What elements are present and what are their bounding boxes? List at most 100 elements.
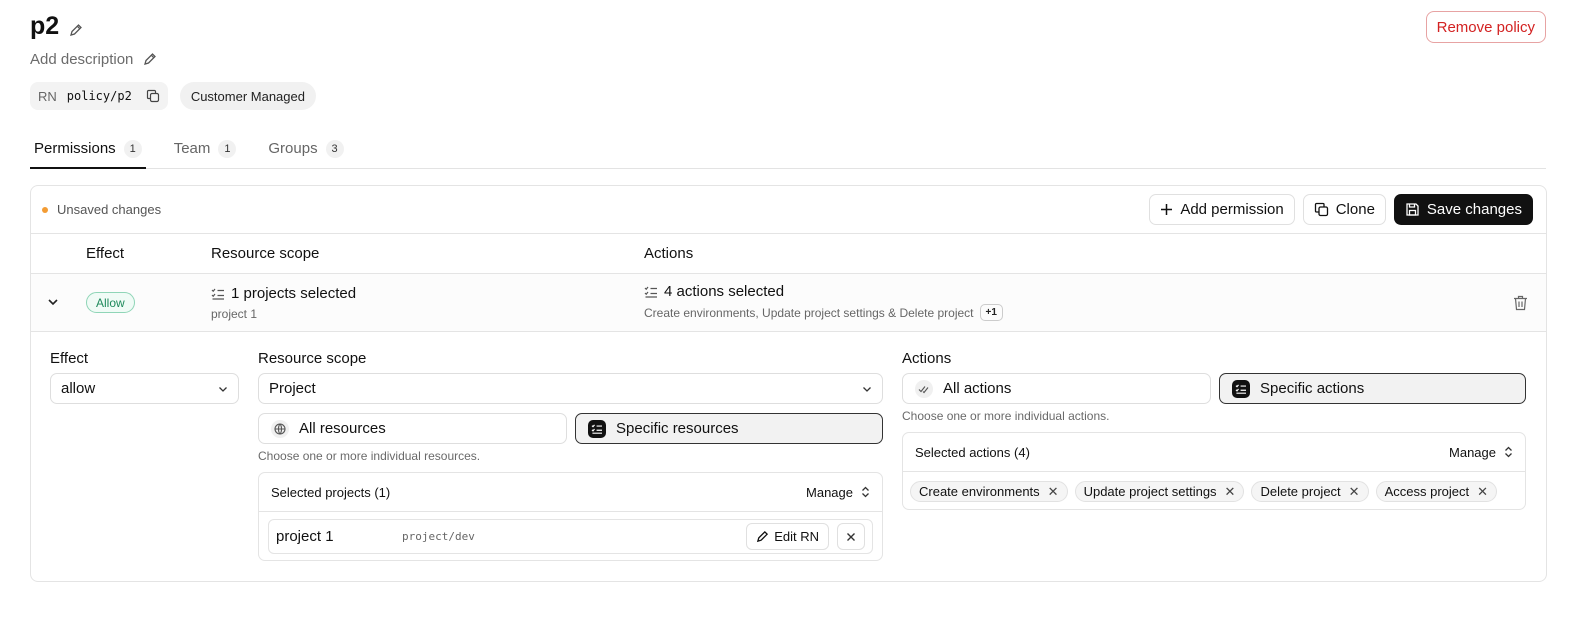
remove-policy-button[interactable]: Remove policy [1425, 11, 1546, 43]
permission-row[interactable]: Allow 1 projects selected project 1 4 ac… [31, 274, 1546, 332]
tab-groups-label: Groups [268, 140, 318, 157]
permissions-card: Unsaved changes Add permission Clone Sav… [30, 185, 1547, 582]
selected-actions-header: Selected actions (4) Manage [903, 433, 1525, 472]
tab-team[interactable]: Team 1 [170, 140, 241, 169]
selected-projects-header: Selected projects (1) Manage [259, 473, 882, 512]
project-name: project 1 [276, 528, 334, 545]
editor-effect-label: Effect [50, 350, 89, 367]
unsaved-status: Unsaved changes [57, 202, 162, 217]
save-icon [1406, 203, 1419, 216]
add-permission-label: Add permission [1180, 201, 1284, 218]
tab-permissions-label: Permissions [34, 140, 116, 157]
description-row: Add description [30, 51, 157, 68]
manage-projects-button[interactable]: Manage [806, 485, 870, 500]
manage-label: Manage [1449, 444, 1496, 460]
specific-actions-label: Specific actions [1260, 380, 1365, 397]
rn-value: policy/p2 [66, 89, 132, 103]
close-icon[interactable]: ✕ [1349, 485, 1360, 498]
checklist-icon [644, 286, 657, 298]
more-actions-badge[interactable]: +1 [979, 304, 1003, 321]
project-rn: project/dev [402, 530, 475, 543]
scope-summary-title: 1 projects selected [231, 285, 357, 302]
all-actions-option[interactable]: All actions [902, 373, 1211, 404]
unsaved-dot-icon [42, 206, 48, 213]
add-description-text[interactable]: Add description [30, 51, 133, 68]
save-changes-button[interactable]: Save changes [1393, 194, 1533, 225]
resource-scope-value: Project [269, 380, 316, 397]
action-tags: Create environments ✕ Update project set… [910, 481, 1498, 502]
manage-label: Manage [806, 484, 853, 500]
edit-rn-label: Edit RN [774, 529, 819, 544]
policy-title: p2 [30, 12, 60, 40]
effect-select[interactable]: allow [50, 373, 239, 404]
action-tag: Update project settings ✕ [1074, 481, 1245, 502]
action-tag-label: Access project [1384, 484, 1470, 499]
globe-icon [271, 419, 289, 438]
actions-summary-title: 4 actions selected [664, 283, 785, 300]
close-icon[interactable]: ✕ [1477, 485, 1488, 498]
clone-button[interactable]: Clone [1302, 194, 1386, 225]
card-toolbar: Unsaved changes Add permission Clone Sav… [31, 186, 1546, 234]
action-tag-label: Update project settings [1083, 484, 1217, 499]
scope-summary: 1 projects selected [211, 285, 356, 302]
selected-projects-title: Selected projects (1) [271, 484, 391, 500]
copy-icon[interactable] [146, 89, 160, 103]
editor-actions-label: Actions [902, 350, 952, 367]
action-tag: Delete project ✕ [1251, 481, 1369, 502]
resource-scope-select[interactable]: Project [258, 373, 883, 404]
checklist-icon [588, 419, 606, 438]
project-row: project 1 project/dev Edit RN [268, 519, 873, 554]
actions-summary: 4 actions selected [644, 283, 784, 300]
table-header: Effect Resource scope Actions [31, 234, 1546, 274]
rn-chip: RN policy/p2 [30, 82, 168, 110]
tab-permissions-count: 1 [123, 140, 142, 158]
action-tag-label: Delete project [1260, 484, 1341, 499]
selected-actions-panel: Selected actions (4) Manage Create envir… [902, 432, 1526, 510]
tab-permissions[interactable]: Permissions 1 [30, 140, 146, 169]
add-permission-button[interactable]: Add permission [1149, 194, 1295, 225]
tab-team-count: 1 [218, 140, 237, 158]
remove-project-button[interactable] [837, 523, 865, 550]
clone-label: Clone [1335, 201, 1375, 218]
action-tag-label: Create environments [919, 484, 1040, 499]
customer-managed-badge: Customer Managed [179, 82, 316, 110]
edit-title-pencil-icon[interactable] [69, 23, 83, 37]
col-effect: Effect [86, 245, 125, 262]
checklist-icon [1232, 379, 1250, 398]
chevron-up-down-icon [862, 486, 869, 498]
effect-select-value: allow [61, 380, 96, 397]
tab-bar: Permissions 1 Team 1 Groups 3 [30, 140, 1546, 169]
close-icon[interactable]: ✕ [1048, 485, 1059, 498]
edit-rn-button[interactable]: Edit RN [746, 523, 829, 550]
chevron-down-icon [863, 386, 871, 392]
chevron-down-icon [219, 386, 227, 392]
specific-resources-label: Specific resources [616, 420, 739, 437]
chevron-down-icon[interactable] [47, 296, 59, 308]
tab-groups[interactable]: Groups 3 [264, 140, 347, 169]
all-resources-label: All resources [299, 420, 386, 437]
edit-description-pencil-icon[interactable] [143, 52, 157, 66]
title-row: p2 [30, 12, 83, 41]
effect-allow-badge: Allow [86, 292, 135, 313]
all-actions-label: All actions [943, 380, 1012, 397]
tab-team-label: Team [173, 140, 211, 157]
manage-actions-button[interactable]: Manage [1449, 445, 1513, 460]
editor-scope-label: Resource scope [258, 350, 367, 367]
specific-actions-option[interactable]: Specific actions [1219, 373, 1526, 404]
all-resources-option[interactable]: All resources [258, 413, 567, 444]
col-actions: Actions [644, 245, 694, 262]
actions-hint: Choose one or more individual actions. [902, 409, 1110, 423]
close-icon[interactable]: ✕ [1225, 485, 1236, 498]
actions-summary-sub-row: Create environments, Update project sett… [644, 304, 1003, 321]
action-tag: Access project ✕ [1375, 481, 1498, 502]
scope-summary-sub: project 1 [211, 307, 258, 321]
tab-groups-count: 3 [325, 140, 344, 158]
resources-hint: Choose one or more individual resources. [258, 449, 481, 463]
double-check-icon [915, 379, 933, 398]
trash-icon[interactable] [1513, 295, 1528, 311]
specific-resources-option[interactable]: Specific resources [575, 413, 883, 444]
toolbar-actions: Add permission Clone Save changes [1149, 194, 1533, 225]
close-icon [847, 532, 855, 541]
checklist-icon [211, 288, 224, 300]
rn-label: RN [38, 88, 57, 104]
